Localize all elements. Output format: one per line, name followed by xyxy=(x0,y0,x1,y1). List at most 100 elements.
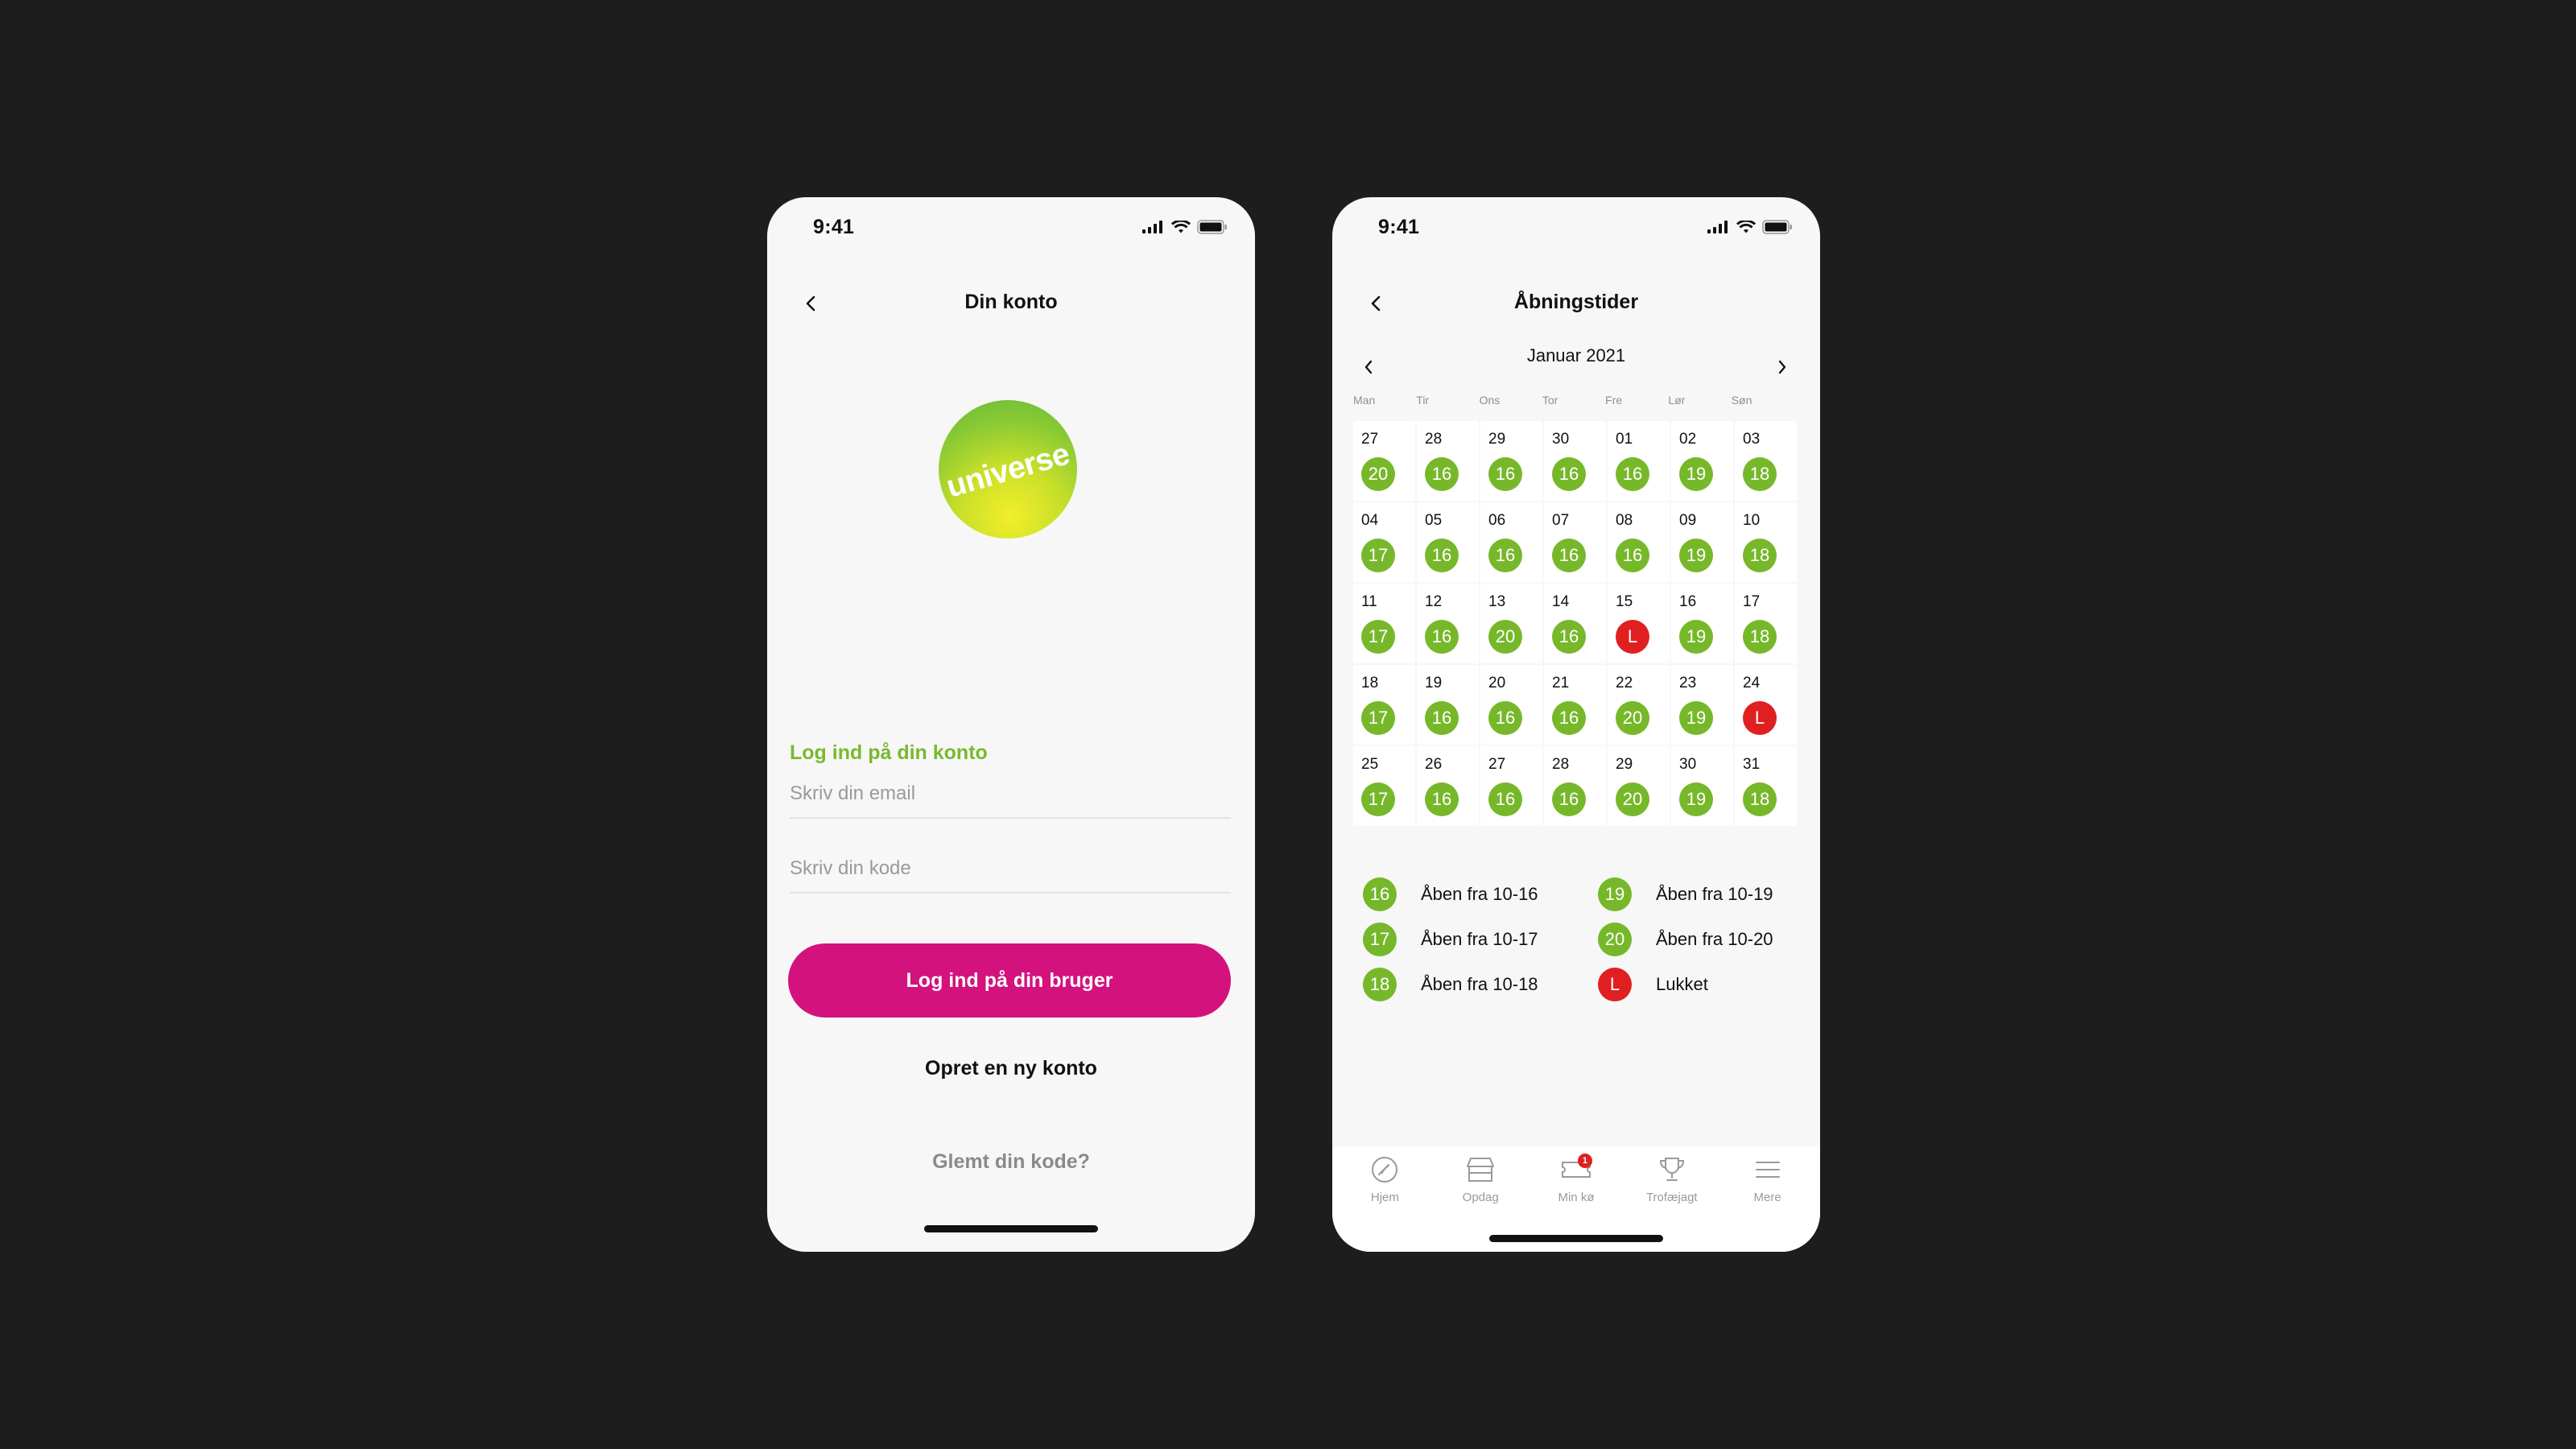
signal-icon xyxy=(1707,221,1728,233)
calendar-day-cell[interactable]: 08 16 xyxy=(1608,502,1671,584)
legend-label: Åben fra 10-18 xyxy=(1421,974,1538,994)
tab-discover[interactable]: Opdag xyxy=(1436,1152,1525,1204)
calendar-day-cell[interactable]: 06 16 xyxy=(1480,502,1544,584)
status-icons xyxy=(1142,220,1228,234)
calendar-day-cell[interactable]: 01 16 xyxy=(1608,421,1671,502)
tab-queue[interactable]: 1 Min kø xyxy=(1532,1152,1620,1204)
calendar-day-cell[interactable]: 27 20 xyxy=(1353,421,1417,502)
calendar-day-cell[interactable]: 02 19 xyxy=(1671,421,1735,502)
opening-hours-badge: 16 xyxy=(1425,782,1459,816)
calendar-day-cell[interactable]: 18 17 xyxy=(1353,665,1417,746)
calendar-day-cell[interactable]: 29 20 xyxy=(1608,746,1671,828)
calendar-day-cell[interactable]: 15 L xyxy=(1608,584,1671,665)
calendar-day-cell[interactable]: 29 16 xyxy=(1480,421,1544,502)
calendar-day-number: 01 xyxy=(1616,431,1633,448)
calendar-day-cell[interactable]: 20 16 xyxy=(1480,665,1544,746)
calendar-day-number: 21 xyxy=(1552,675,1570,691)
calendar-day-cell[interactable]: 28 16 xyxy=(1544,746,1608,828)
closed-badge: L xyxy=(1598,968,1632,1001)
tab-label: Trofæjagt xyxy=(1645,1191,1698,1204)
calendar-day-cell[interactable]: 27 16 xyxy=(1480,746,1544,828)
legend-item: 16 Åben fra 10-16 xyxy=(1363,872,1598,917)
nav-header: Din konto xyxy=(767,262,1255,342)
calendar-day-cell[interactable]: 25 17 xyxy=(1353,746,1417,828)
create-account-link[interactable]: Opret en ny konto xyxy=(767,1057,1255,1080)
calendar-day-cell[interactable]: 24 L xyxy=(1735,665,1798,746)
calendar-day-cell[interactable]: 14 16 xyxy=(1544,584,1608,665)
weekday-header: Man Tir Ons Tor Fre Lør Søn xyxy=(1353,394,1794,407)
weekday-label: Tir xyxy=(1416,394,1430,407)
calendar-day-cell[interactable]: 04 17 xyxy=(1353,502,1417,584)
calendar-day-number: 16 xyxy=(1679,593,1697,610)
opening-hours-badge: 19 xyxy=(1679,539,1713,572)
status-bar: 9:41 xyxy=(1332,197,1820,262)
calendar-day-cell[interactable]: 09 19 xyxy=(1671,502,1735,584)
calendar-day-number: 25 xyxy=(1361,756,1379,773)
calendar-day-cell[interactable]: 11 17 xyxy=(1353,584,1417,665)
calendar-day-cell[interactable]: 10 18 xyxy=(1735,502,1798,584)
calendar-day-number: 03 xyxy=(1743,431,1761,448)
opening-hours-badge: 17 xyxy=(1361,701,1395,735)
tab-home[interactable]: Hjem xyxy=(1340,1152,1429,1204)
password-field[interactable] xyxy=(790,845,1231,894)
calendar-day-number: 31 xyxy=(1743,756,1761,773)
opening-hours-badge: 16 xyxy=(1488,701,1522,735)
login-button[interactable]: Log ind på din bruger xyxy=(788,943,1231,1018)
calendar-day-number: 28 xyxy=(1425,431,1443,448)
legend-label: Åben fra 10-20 xyxy=(1656,929,1773,949)
menu-icon xyxy=(1750,1152,1785,1187)
opening-hours-badge: 16 xyxy=(1552,782,1586,816)
legend-item: 18 Åben fra 10-18 xyxy=(1363,962,1598,1007)
calendar-day-cell[interactable]: 22 20 xyxy=(1608,665,1671,746)
calendar-day-cell[interactable]: 17 18 xyxy=(1735,584,1798,665)
tab-label: Min kø xyxy=(1558,1191,1595,1204)
calendar-day-cell[interactable]: 23 19 xyxy=(1671,665,1735,746)
email-field[interactable] xyxy=(790,770,1231,819)
status-time: 9:41 xyxy=(813,216,855,238)
calendar-day-number: 24 xyxy=(1743,675,1761,691)
calendar-day-cell[interactable]: 12 16 xyxy=(1417,584,1480,665)
opening-hours-badge: 16 xyxy=(1616,539,1649,572)
opening-hours-badge: 16 xyxy=(1363,877,1397,911)
opening-hours-badge: 16 xyxy=(1425,620,1459,654)
status-time: 9:41 xyxy=(1378,216,1420,238)
calendar-grid: 27 20 28 16 29 16 30 16 01 16 02 19 03 18 04 17 05 16 06 16… xyxy=(1353,421,1798,828)
opening-hours-badge: 17 xyxy=(1361,620,1395,654)
calendar-day-number: 20 xyxy=(1488,675,1506,691)
calendar-day-number: 28 xyxy=(1552,756,1570,773)
legend-item: 20 Åben fra 10-20 xyxy=(1598,917,1798,962)
logo-text: universe xyxy=(942,436,1073,505)
calendar-day-number: 09 xyxy=(1679,512,1697,529)
opening-hours-phone-screen: 9:41 Åbningstider Januar 2021 Man Tir On… xyxy=(1332,197,1820,1252)
forgot-password-link[interactable]: Glemt din kode? xyxy=(767,1150,1255,1174)
calendar-day-number: 08 xyxy=(1616,512,1633,529)
calendar-day-cell[interactable]: 13 20 xyxy=(1480,584,1544,665)
calendar-day-number: 27 xyxy=(1488,756,1506,773)
nav-header: Åbningstider xyxy=(1332,262,1820,342)
weekday-label: Tor xyxy=(1542,394,1558,407)
calendar-day-cell[interactable]: 16 19 xyxy=(1671,584,1735,665)
calendar-day-cell[interactable]: 03 18 xyxy=(1735,421,1798,502)
tab-more[interactable]: Mere xyxy=(1724,1152,1812,1204)
tab-trophy[interactable]: Trofæjagt xyxy=(1628,1152,1716,1204)
calendar-day-cell[interactable]: 05 16 xyxy=(1417,502,1480,584)
calendar-day-cell[interactable]: 30 19 xyxy=(1671,746,1735,828)
tab-label: Hjem xyxy=(1370,1191,1399,1204)
opening-hours-badge: 16 xyxy=(1552,701,1586,735)
opening-hours-badge: 16 xyxy=(1425,539,1459,572)
signal-icon xyxy=(1142,221,1162,233)
calendar-day-cell[interactable]: 21 16 xyxy=(1544,665,1608,746)
calendar-day-cell[interactable]: 30 16 xyxy=(1544,421,1608,502)
calendar-day-cell[interactable]: 07 16 xyxy=(1544,502,1608,584)
calendar-day-cell[interactable]: 19 16 xyxy=(1417,665,1480,746)
opening-hours-badge: 16 xyxy=(1616,457,1649,491)
opening-hours-badge: 20 xyxy=(1616,782,1649,816)
opening-hours-badge: 19 xyxy=(1679,457,1713,491)
calendar-day-cell[interactable]: 31 18 xyxy=(1735,746,1798,828)
battery-icon xyxy=(1197,220,1227,234)
calendar-day-cell[interactable]: 28 16 xyxy=(1417,421,1480,502)
calendar-day-number: 18 xyxy=(1361,675,1379,691)
calendar-day-cell[interactable]: 26 16 xyxy=(1417,746,1480,828)
calendar-day-number: 30 xyxy=(1552,431,1570,448)
opening-hours-badge: 19 xyxy=(1679,782,1713,816)
